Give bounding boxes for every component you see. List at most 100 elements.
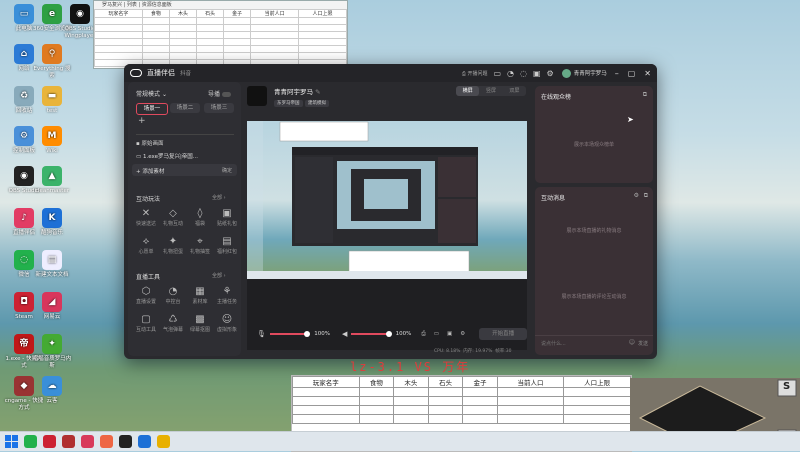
online-empty: 展示本场观众榜单: [573, 142, 614, 148]
interactive-item[interactable]: ◊ 福袋: [186, 207, 214, 227]
user-avatar[interactable]: [561, 68, 571, 78]
edit-icon[interactable]: ✎: [315, 88, 320, 96]
record-icon[interactable]: ⎙: [421, 331, 425, 338]
speaker-icon[interactable]: ◀: [342, 330, 347, 338]
column-header: 金子: [223, 9, 252, 18]
stream-preview[interactable]: [247, 121, 527, 350]
start-icon[interactable]: [5, 435, 18, 448]
gift-icon[interactable]: ▣: [533, 69, 541, 78]
settings-small-icon[interactable]: ⚙: [460, 331, 465, 337]
minimap-s-button[interactable]: S: [783, 381, 790, 392]
chat-popout-icon[interactable]: ⧉: [644, 192, 648, 200]
game-icon[interactable]: [62, 435, 75, 448]
column-header: 石头: [196, 9, 225, 18]
start-live-button[interactable]: 开始直播: [479, 328, 528, 340]
interactive-item[interactable]: ✕ 快速送达: [132, 207, 160, 227]
desktop-icon[interactable]: ⚲ Everything 搜索: [32, 44, 72, 80]
chat-settings-icon[interactable]: ⚙: [634, 192, 639, 199]
column-header: 玩家名字: [94, 9, 143, 18]
desktop-icon[interactable]: M Wiki: [32, 126, 72, 155]
tools-all-link[interactable]: 全部 ›: [212, 272, 226, 279]
layout-icon[interactable]: ▭: [493, 69, 501, 78]
tools-item[interactable]: ⚘ 主播任务: [213, 285, 241, 305]
resource-table-window[interactable]: 罗马复兴 | 列表 | 资源信息面板 玩家名字 食物 木头 石头 金子 当前人口 人口上限: [93, 0, 348, 69]
tab-portrait[interactable]: 竖屏: [479, 86, 502, 96]
kugou-icon[interactable]: [138, 435, 151, 448]
maximize-icon[interactable]: ▢: [628, 69, 636, 78]
guide-toggle[interactable]: 导播: [208, 89, 231, 98]
tools-item[interactable]: ▩ 绿幕抠图: [186, 313, 214, 333]
desktop-icon[interactable]: K 酷狗音乐: [32, 208, 72, 237]
tab-dual[interactable]: 双屏: [503, 86, 526, 96]
mode-select[interactable]: 常规模式 ⌄: [136, 89, 167, 98]
tab-landscape[interactable]: 横屏: [456, 86, 480, 96]
camera-icon[interactable]: ▣: [447, 331, 452, 337]
scene-tab-3[interactable]: 场景三: [204, 103, 234, 113]
tools-item-label: 主播任务: [216, 299, 237, 305]
settings-icon[interactable]: ⚙: [547, 69, 554, 78]
interactive-item[interactable]: ⟡ 心愿单: [132, 235, 160, 255]
tools-item[interactable]: ☺ 虚拟形象: [213, 313, 241, 333]
tag[interactable]: 东罗马帝国: [274, 100, 303, 107]
stream-cover[interactable]: [247, 86, 267, 106]
desktop-icon[interactable]: ▬ test: [32, 86, 72, 115]
mic-slider[interactable]: [269, 331, 311, 337]
popout-icon[interactable]: ⧉: [643, 91, 647, 99]
close-icon[interactable]: ✕: [644, 69, 651, 78]
tools-item[interactable]: ♺ 气泡弹幕: [159, 313, 187, 333]
tools-item[interactable]: ▢ 互动工具: [132, 313, 160, 333]
go-live-help[interactable]: ⎙ 开播问题: [462, 70, 488, 77]
source-item[interactable]: ▭ 1.exe罗马复兴|帝国...: [136, 152, 198, 160]
desktop-icon[interactable]: ✦ 唱唱音质罗马内斯: [32, 334, 72, 370]
minimize-icon[interactable]: –: [615, 69, 619, 78]
record-icon[interactable]: [43, 435, 56, 448]
desktop-icon[interactable]: ▤ 新建文本文档: [32, 250, 72, 279]
add-scene-button[interactable]: +: [138, 116, 146, 126]
tools-item[interactable]: ◔ 中控台: [159, 285, 187, 305]
match-overlay-text: lz-3.1 VS 万年: [350, 360, 471, 374]
interactive-item[interactable]: ▣ 贴纸礼包: [213, 207, 241, 227]
tag[interactable]: 建筑模拟: [305, 100, 330, 107]
interactive-item-label: 心愿单: [138, 249, 154, 255]
emoji-icon[interactable]: ☺: [629, 339, 635, 346]
tools-item[interactable]: ⬡ 直播设置: [132, 285, 160, 305]
tools-item-icon: ◔: [168, 286, 178, 297]
message-icon[interactable]: ◌: [520, 69, 527, 78]
desktop-icon[interactable]: ▲ cleanmaster: [32, 166, 72, 195]
source-group[interactable]: ▪ 原始画面: [136, 139, 164, 147]
add-material-label[interactable]: + 添加素材: [136, 167, 164, 175]
mic-icon[interactable]: 🎙: [257, 330, 266, 338]
bili-icon[interactable]: [100, 435, 113, 448]
send-button[interactable]: 发送: [638, 340, 648, 347]
view-tabs: 横屏 竖屏 双屏: [456, 86, 526, 96]
interactive-item[interactable]: ✦ 礼物扭蛋: [159, 235, 187, 255]
confirm-button[interactable]: 确定: [222, 167, 232, 174]
interactive-all-link[interactable]: 全部 ›: [212, 194, 226, 201]
user-name[interactable]: 青青阿宇罗马: [574, 69, 607, 77]
tools-item-icon: ▩: [195, 314, 205, 325]
screen-icon[interactable]: ▭: [434, 331, 439, 337]
app-icon: ◉: [70, 4, 90, 24]
tools-item[interactable]: ▦ 素材库: [186, 285, 214, 305]
add-material-bar[interactable]: + 添加素材 确定: [132, 164, 237, 176]
interactive-item[interactable]: ▤ 福利红包: [213, 235, 241, 255]
table-row: [292, 405, 631, 415]
speaker-slider[interactable]: [351, 331, 392, 337]
scene-tab-2[interactable]: 场景二: [170, 103, 200, 113]
stream-title[interactable]: 青青阿宇罗马 ✎: [274, 86, 321, 96]
mic-volume: 100%: [314, 331, 330, 337]
app-icon: K: [42, 208, 62, 228]
interactive-item[interactable]: ◇ 礼物互动: [159, 207, 187, 227]
chrome-icon[interactable]: [157, 435, 170, 448]
chat-input[interactable]: 说点什么...: [541, 340, 566, 347]
desktop-icon[interactable]: ◢ 网易云: [32, 292, 72, 321]
obs-icon[interactable]: [119, 435, 132, 448]
bell-icon[interactable]: ◔: [507, 69, 514, 78]
douyin-icon[interactable]: [81, 435, 94, 448]
interactive-item[interactable]: ⌖ 礼物抽签: [186, 235, 214, 255]
wechat-icon[interactable]: [24, 435, 37, 448]
desktop-icon[interactable]: ☁ 云客: [32, 376, 72, 405]
scene-tab-1[interactable]: 场景一: [136, 103, 168, 115]
app-icon: 帝: [14, 334, 34, 354]
app-title: 直播伴侣: [147, 69, 175, 77]
